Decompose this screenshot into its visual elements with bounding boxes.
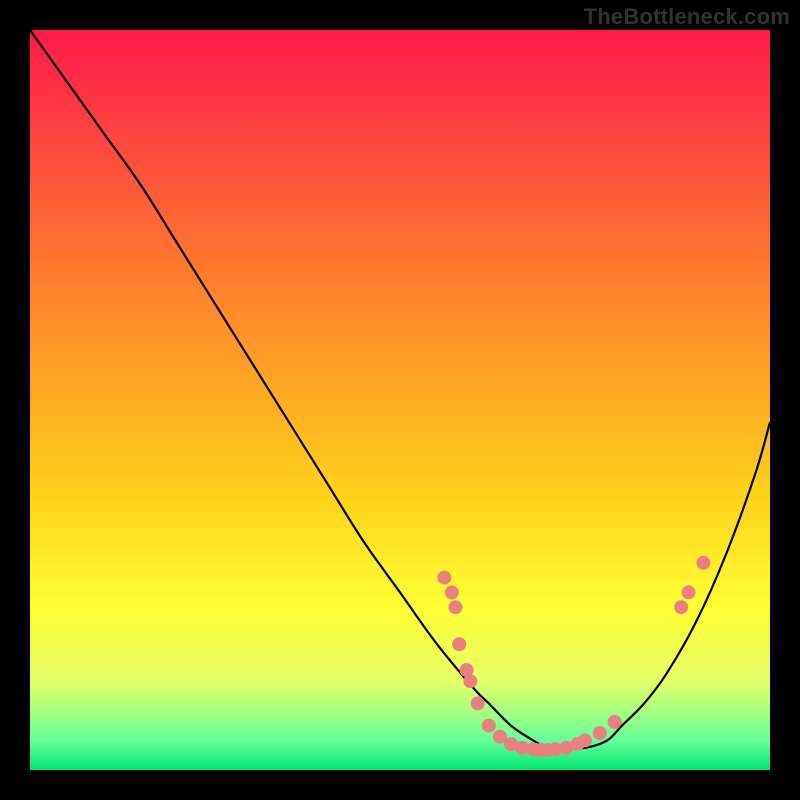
scatter-point	[449, 600, 463, 614]
scatter-point	[682, 585, 696, 599]
scatter-point	[608, 715, 622, 729]
gradient-rect	[30, 30, 770, 770]
chart-svg	[30, 30, 770, 770]
scatter-point	[482, 719, 496, 733]
scatter-point	[578, 733, 592, 747]
scatter-point	[593, 726, 607, 740]
scatter-point	[471, 696, 485, 710]
scatter-point	[463, 674, 477, 688]
watermark-text: TheBottleneck.com	[584, 4, 790, 30]
scatter-point	[452, 637, 466, 651]
scatter-point	[696, 556, 710, 570]
scatter-point	[445, 585, 459, 599]
plot-area	[30, 30, 770, 770]
scatter-point	[437, 571, 451, 585]
scatter-point	[674, 600, 688, 614]
chart-frame: TheBottleneck.com	[0, 0, 800, 800]
